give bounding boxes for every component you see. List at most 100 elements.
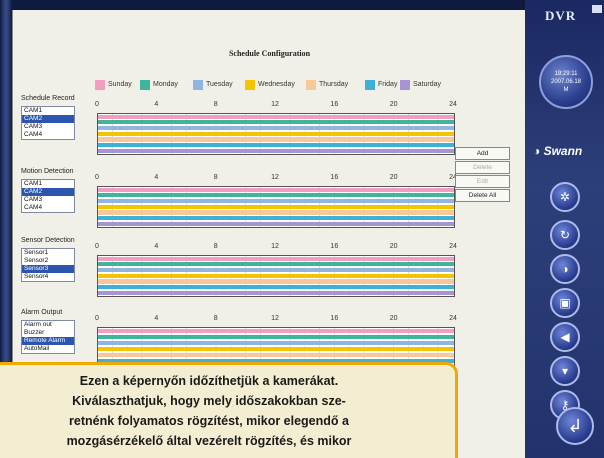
list-item[interactable]: AutoMail xyxy=(22,345,74,353)
legend-swatch xyxy=(193,80,203,90)
axis-tick-label: 0 xyxy=(95,101,99,108)
list-item[interactable]: CAM1 xyxy=(22,180,74,188)
axis-tick-label: 16 xyxy=(330,315,339,322)
schedule-bar-saturday[interactable] xyxy=(98,290,454,295)
schedule-bar-thursday[interactable] xyxy=(98,210,454,215)
axis-tick-label: 12 xyxy=(271,243,279,250)
schedule-bar-sunday[interactable] xyxy=(98,256,454,261)
dvr-screen: Schedule Configuration Sunday Monday Tuesd… xyxy=(0,0,604,458)
axis-tick-label: 16 xyxy=(330,174,339,181)
axis-tick-label: 4 xyxy=(154,315,159,322)
list-item[interactable]: CAM2 xyxy=(22,188,74,196)
axis-tick-label: 16 xyxy=(330,101,339,108)
axis-tick-label: 20 xyxy=(389,243,398,250)
axis-tick-label: 8 xyxy=(213,174,218,181)
schedule-bar-wednesday[interactable] xyxy=(98,204,454,209)
section-label: Motion Detection xyxy=(21,168,74,175)
clock-day: M xyxy=(563,87,569,93)
axis-tick-label: 0 xyxy=(95,243,99,250)
list-item[interactable]: Alarm out xyxy=(22,321,74,329)
refresh-icon[interactable]: ↻ xyxy=(550,220,580,250)
list-item[interactable]: CAM4 xyxy=(22,131,74,139)
channel-list[interactable]: CAM1 CAM2 CAM3 CAM4 xyxy=(21,179,75,213)
dvr-logo: DVR xyxy=(545,8,577,23)
schedule-bar-friday[interactable] xyxy=(98,216,454,221)
schedule-bar-sunday[interactable] xyxy=(98,187,454,192)
schedule-bar-thursday[interactable] xyxy=(98,137,454,142)
schedule-bar-monday[interactable] xyxy=(98,262,454,267)
caption-line: Kiválaszthatjuk, hogy mely időszakokban … xyxy=(72,394,346,408)
schedule-grid[interactable] xyxy=(97,186,455,228)
schedule-bar-monday[interactable] xyxy=(98,120,454,125)
schedule-bar-wednesday[interactable] xyxy=(98,131,454,136)
list-item[interactable]: CAM2 xyxy=(22,115,74,123)
minimize-icon[interactable] xyxy=(592,5,602,13)
axis-tick-label: 8 xyxy=(213,243,218,250)
list-item[interactable]: Buzzer xyxy=(22,329,74,337)
schedule-bar-saturday[interactable] xyxy=(98,221,454,226)
window-icon[interactable]: ▣ xyxy=(550,288,580,318)
caption-box: Ezen a képernyőn időzíthetjük a kameráka… xyxy=(0,362,458,458)
axis-tick-label: 8 xyxy=(213,101,218,108)
list-item[interactable]: CAM4 xyxy=(22,204,74,212)
add-button[interactable]: Add xyxy=(455,147,510,160)
legend-swatch xyxy=(306,80,316,90)
schedule-bar-thursday[interactable] xyxy=(98,279,454,284)
brand-name: Swann xyxy=(543,144,583,158)
axis-tick-label: 4 xyxy=(154,174,159,181)
clock-display: 19:29:11 2007.06.18 M xyxy=(539,55,593,109)
axis-tick-label: 20 xyxy=(389,174,398,181)
list-item[interactable]: CAM3 xyxy=(22,123,74,131)
channel-list[interactable]: Alarm out Buzzer Remote Alarm AutoMail xyxy=(21,320,75,354)
side-control-bar: DVR 19:29:11 2007.06.18 M ◑ Swann ✲ ↻ ◑ … xyxy=(525,0,604,458)
legend-swatch xyxy=(245,80,255,90)
schedule-bar-friday[interactable] xyxy=(98,285,454,290)
clock-time: 19:29:11 xyxy=(554,71,578,77)
schedule-grid[interactable] xyxy=(97,255,455,297)
delete-button[interactable]: Delete xyxy=(455,161,510,174)
caption-line: Ezen a képernyőn időzíthetjük a kameráka… xyxy=(79,374,339,388)
settings-icon[interactable]: ✲ xyxy=(550,182,580,212)
list-item[interactable]: Sensor1 xyxy=(22,249,74,257)
list-item[interactable]: Sensor2 xyxy=(22,257,74,265)
edit-button[interactable]: Edit xyxy=(455,175,510,188)
schedule-bar-friday[interactable] xyxy=(98,143,454,148)
back-icon[interactable]: ↲ xyxy=(556,407,594,445)
schedule-bar-thursday[interactable] xyxy=(98,352,454,357)
schedule-bar-tuesday[interactable] xyxy=(98,340,454,345)
legend-label: Sunday xyxy=(108,81,132,88)
legend-label: Tuesday xyxy=(206,81,233,88)
list-item[interactable]: CAM3 xyxy=(22,196,74,204)
schedule-bar-saturday[interactable] xyxy=(98,148,454,153)
axis-tick-label: 0 xyxy=(95,174,99,181)
schedule-bar-monday[interactable] xyxy=(98,193,454,198)
list-item[interactable]: CAM1 xyxy=(22,107,74,115)
schedule-bar-wednesday[interactable] xyxy=(98,273,454,278)
legend-swatch xyxy=(365,80,375,90)
list-item[interactable]: Remote Alarm xyxy=(22,337,74,345)
channel-list[interactable]: CAM1 CAM2 CAM3 CAM4 xyxy=(21,106,75,140)
legend-swatch xyxy=(400,80,410,90)
section-label: Schedule Record xyxy=(21,95,75,102)
schedule-bar-sunday[interactable] xyxy=(98,114,454,119)
speaker-icon[interactable]: ◀ xyxy=(550,322,580,352)
channel-list[interactable]: Sensor1 Sensor2 Sensor3 Sensor4 xyxy=(21,248,75,282)
schedule-grid[interactable] xyxy=(97,113,455,155)
legend-label: Saturday xyxy=(413,81,442,88)
axis-tick-label: 24 xyxy=(449,315,457,322)
axis-tick-label: 12 xyxy=(271,174,279,181)
delete-all-button[interactable]: Delete All xyxy=(455,189,510,202)
axis-tick-label: 20 xyxy=(389,101,398,108)
schedule-bar-monday[interactable] xyxy=(98,334,454,339)
axis-tick-label: 0 xyxy=(95,315,99,322)
schedule-bar-tuesday[interactable] xyxy=(98,267,454,273)
schedule-bar-wednesday[interactable] xyxy=(98,346,454,351)
schedule-bar-tuesday[interactable] xyxy=(98,125,454,131)
list-item[interactable]: Sensor4 xyxy=(22,273,74,281)
display-icon[interactable]: ◑ xyxy=(550,254,580,284)
schedule-bar-tuesday[interactable] xyxy=(98,198,454,204)
dome-camera-icon[interactable]: ▾ xyxy=(550,356,580,386)
list-item[interactable]: Sensor3 xyxy=(22,265,74,273)
hour-axis: 0 4 8 12 16 20 24 xyxy=(95,315,457,325)
schedule-bar-sunday[interactable] xyxy=(98,328,454,333)
